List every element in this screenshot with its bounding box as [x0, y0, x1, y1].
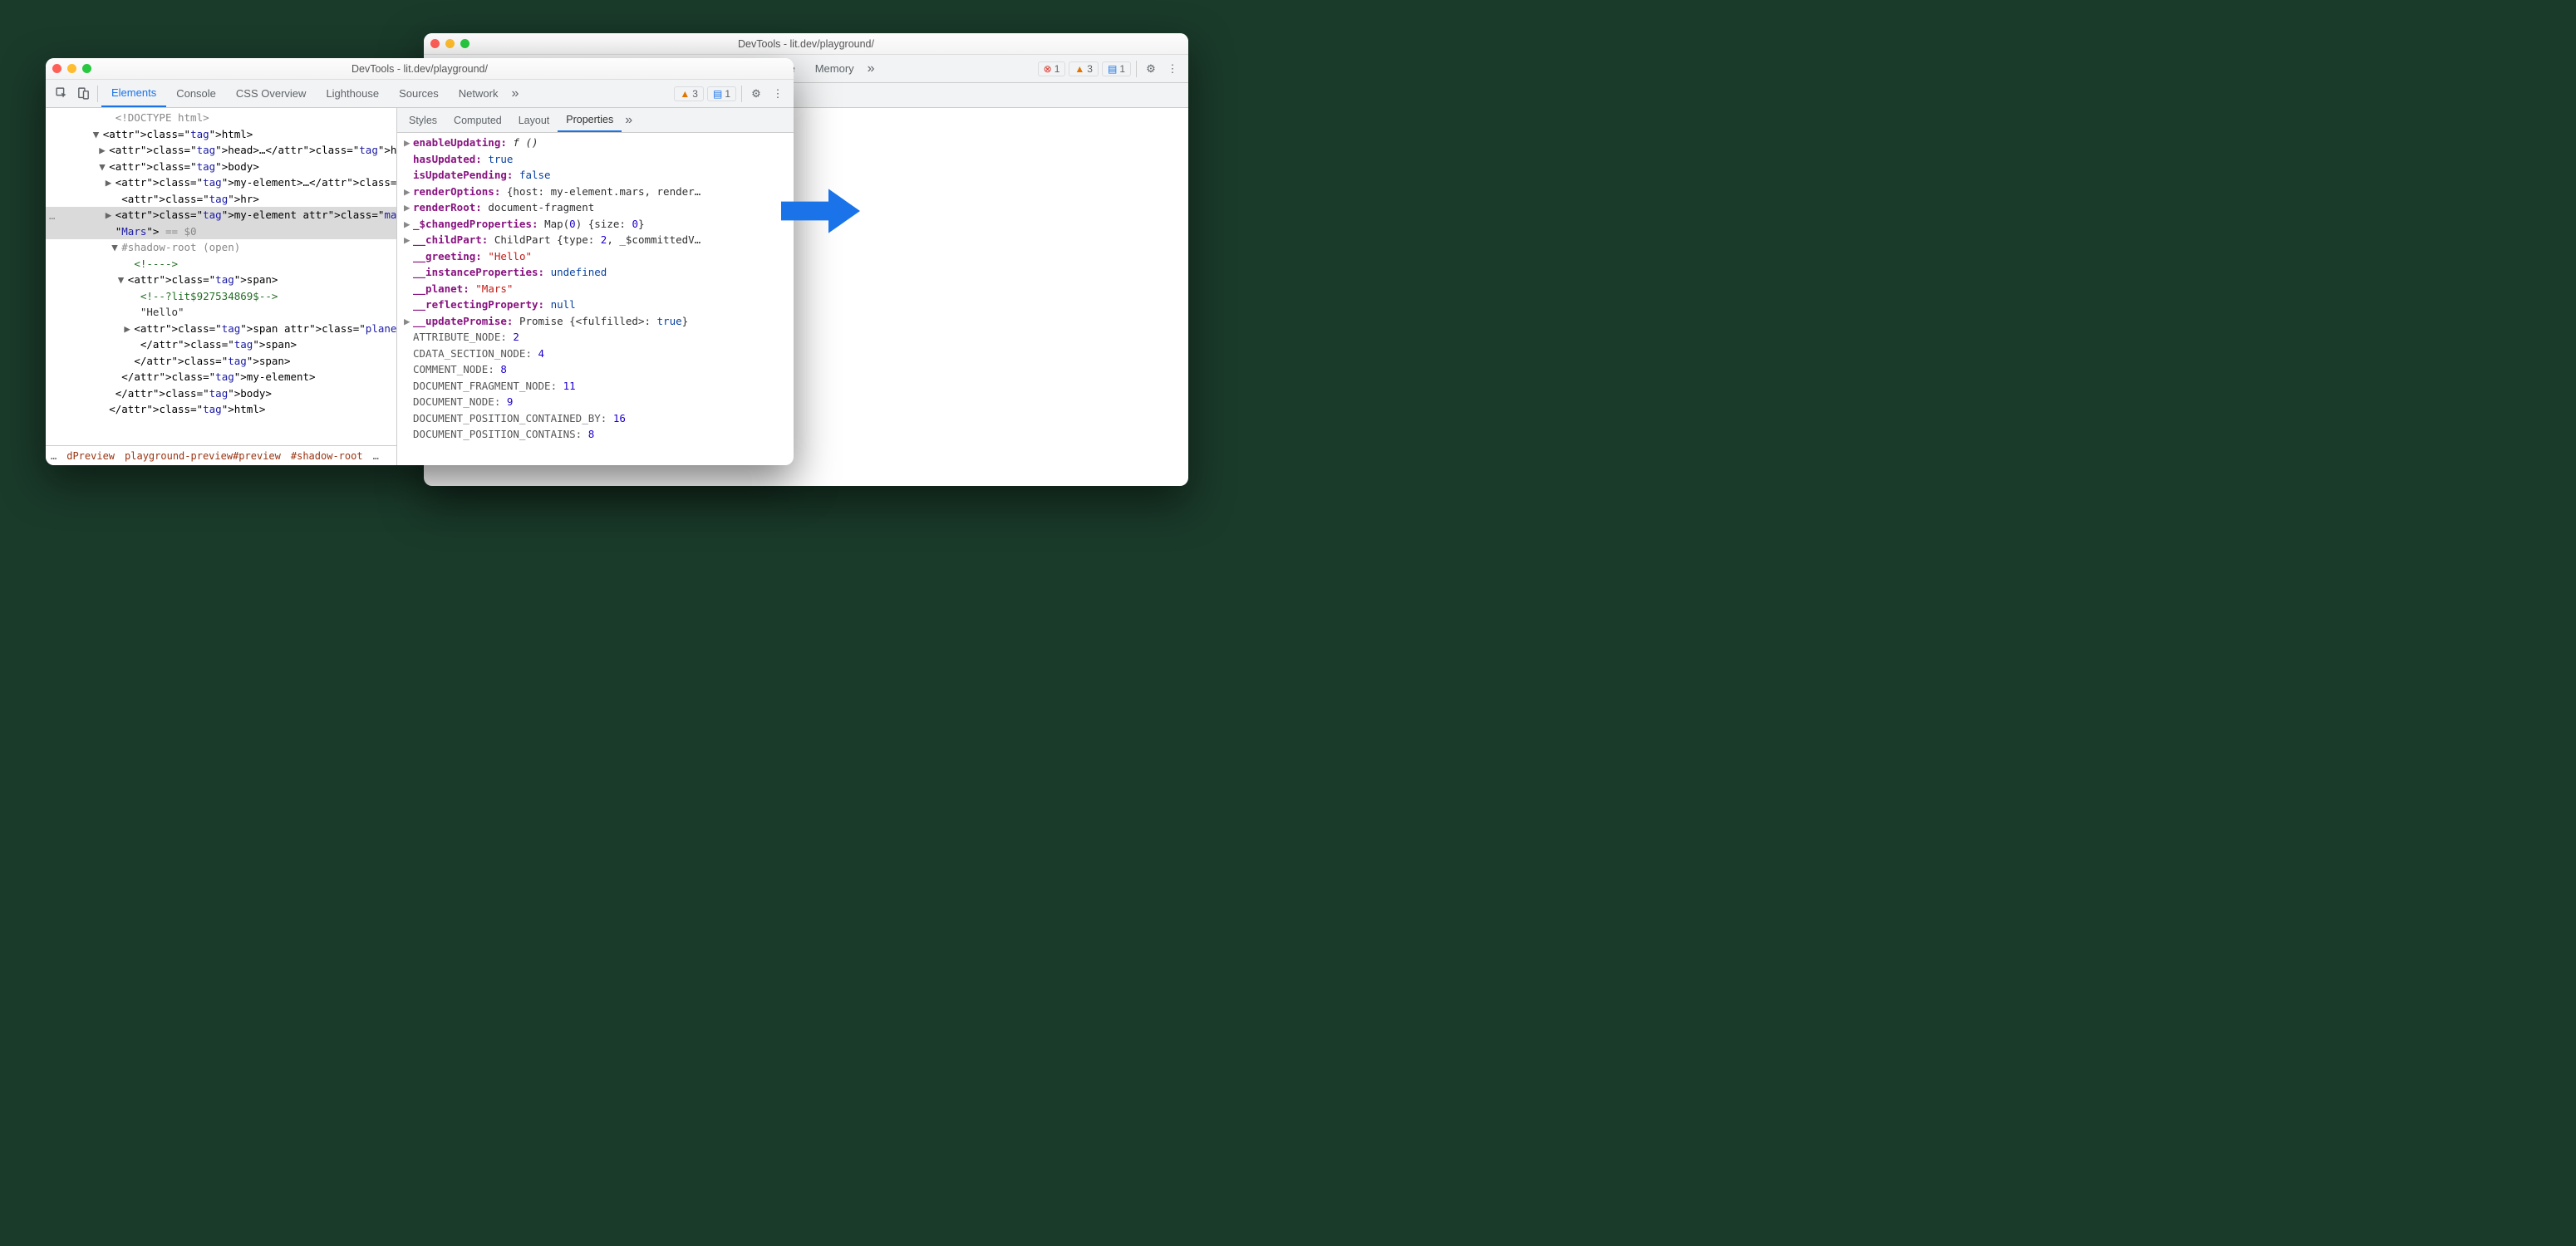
- minimize-icon[interactable]: [67, 64, 76, 73]
- subtab-properties[interactable]: Properties: [558, 108, 622, 132]
- gear-icon[interactable]: ⚙: [1140, 58, 1162, 80]
- dom-row[interactable]: ▶<attr">class="tag">my-element attr">cla…: [46, 207, 396, 223]
- property-row[interactable]: __reflectingProperty: null: [397, 297, 794, 313]
- dom-row[interactable]: ▼#shadow-root (open): [46, 239, 396, 256]
- window-title: DevTools - lit.dev/playground/: [424, 38, 1188, 50]
- separator: [1136, 61, 1137, 77]
- properties-subtabs: StylesComputedLayoutProperties »: [397, 108, 794, 133]
- property-row[interactable]: __greeting: "Hello": [397, 248, 794, 265]
- property-row[interactable]: DOCUMENT_FRAGMENT_NODE: 11: [397, 378, 794, 395]
- device-toggle-icon[interactable]: [72, 83, 94, 105]
- property-row[interactable]: DOCUMENT_NODE: 9: [397, 394, 794, 410]
- sidebar-pane: StylesComputedLayoutProperties » ▶enable…: [397, 108, 794, 465]
- property-row[interactable]: hasUpdated: true: [397, 151, 794, 168]
- error-badge[interactable]: ⊗1: [1038, 61, 1066, 76]
- dom-row[interactable]: </attr">class="tag">html>: [46, 401, 396, 418]
- tab-lighthouse[interactable]: Lighthouse: [316, 80, 389, 107]
- property-row[interactable]: ▶renderRoot: document-fragment: [397, 199, 794, 216]
- message-badge[interactable]: ▤1: [1102, 61, 1131, 76]
- window-title: DevTools - lit.dev/playground/: [46, 63, 794, 75]
- overflow-tabs-icon[interactable]: »: [508, 86, 522, 101]
- tab-console[interactable]: Console: [166, 80, 226, 107]
- dom-row[interactable]: <!DOCTYPE html>: [46, 110, 396, 126]
- dom-row[interactable]: "Hello": [46, 304, 396, 321]
- property-row[interactable]: __planet: "Mars": [397, 281, 794, 297]
- dom-row[interactable]: ▼<attr">class="tag">span>: [46, 272, 396, 288]
- tab-memory[interactable]: Memory: [805, 55, 864, 82]
- inspect-icon[interactable]: [51, 83, 72, 105]
- zoom-icon[interactable]: [82, 64, 91, 73]
- property-row[interactable]: ▶renderOptions: {host: my-element.mars, …: [397, 184, 794, 200]
- close-icon[interactable]: [52, 64, 61, 73]
- dom-row[interactable]: </attr">class="tag">span>: [46, 336, 396, 353]
- dom-row[interactable]: ▶<attr">class="tag">span attr">class="pl…: [46, 321, 396, 337]
- dom-row[interactable]: <attr">class="tag">hr>: [46, 191, 396, 208]
- dom-row[interactable]: <!--?lit$927534869$-->: [46, 288, 396, 305]
- kebab-icon[interactable]: ⋮: [1162, 58, 1183, 80]
- property-row[interactable]: __instanceProperties: undefined: [397, 264, 794, 281]
- gear-icon[interactable]: ⚙: [745, 83, 767, 105]
- tab-sources[interactable]: Sources: [389, 80, 449, 107]
- dom-row[interactable]: "Mars"> == $0: [46, 223, 396, 240]
- zoom-icon[interactable]: [460, 39, 469, 48]
- property-row[interactable]: ▶enableUpdating: f (): [397, 135, 794, 151]
- warning-badge[interactable]: ▲3: [674, 86, 704, 101]
- breadcrumb-item[interactable]: …: [373, 450, 379, 462]
- property-row[interactable]: DOCUMENT_POSITION_CONTAINS: 8: [397, 426, 794, 443]
- titlebar[interactable]: DevTools - lit.dev/playground/: [424, 33, 1188, 55]
- close-icon[interactable]: [430, 39, 440, 48]
- dom-row[interactable]: ▼<attr">class="tag">html>: [46, 126, 396, 143]
- message-badge[interactable]: ▤1: [707, 86, 736, 101]
- property-row[interactable]: COMMENT_NODE: 8: [397, 361, 794, 378]
- tab-css-overview[interactable]: CSS Overview: [226, 80, 317, 107]
- breadcrumb-item[interactable]: #shadow-root: [291, 450, 363, 462]
- breadcrumb[interactable]: … dPreview playground-preview#preview #shad…: [46, 445, 396, 465]
- kebab-icon[interactable]: ⋮: [767, 83, 789, 105]
- dom-row[interactable]: </attr">class="tag">my-element>: [46, 369, 396, 385]
- property-row[interactable]: ▶__childPart: ChildPart {type: 2, _$comm…: [397, 232, 794, 248]
- tab-elements[interactable]: Elements: [101, 80, 166, 107]
- dom-row[interactable]: ▶<attr">class="tag">my-element>…</attr">…: [46, 174, 396, 191]
- dom-row[interactable]: </attr">class="tag">body>: [46, 385, 396, 402]
- dom-row[interactable]: </attr">class="tag">span>: [46, 353, 396, 370]
- subtab-styles[interactable]: Styles: [401, 108, 445, 132]
- minimize-icon[interactable]: [445, 39, 455, 48]
- dom-row[interactable]: ▶<attr">class="tag">head>…</attr">class=…: [46, 142, 396, 159]
- subtab-layout[interactable]: Layout: [510, 108, 558, 132]
- property-row[interactable]: ATTRIBUTE_NODE: 2: [397, 329, 794, 346]
- elements-pane[interactable]: ⋯ <!DOCTYPE html> ▼<attr">class="tag">ht…: [46, 108, 397, 465]
- property-row[interactable]: CDATA_SECTION_NODE: 4: [397, 346, 794, 362]
- tab-network[interactable]: Network: [449, 80, 509, 107]
- dom-row[interactable]: <!---->: [46, 256, 396, 272]
- overflow-subtabs-icon[interactable]: »: [622, 113, 636, 128]
- property-row[interactable]: DOCUMENT_POSITION_CONTAINED_BY: 16: [397, 410, 794, 427]
- separator: [741, 86, 742, 102]
- breadcrumb-item[interactable]: playground-preview#preview: [125, 450, 281, 462]
- titlebar[interactable]: DevTools - lit.dev/playground/: [46, 58, 794, 80]
- main-toolbar: ElementsConsoleCSS OverviewLighthouseSou…: [46, 80, 794, 108]
- gutter-marker-icon: ⋯: [46, 211, 55, 228]
- warning-badge[interactable]: ▲3: [1069, 61, 1099, 76]
- overflow-tabs-icon[interactable]: »: [864, 61, 878, 76]
- dom-row[interactable]: ▼<attr">class="tag">body>: [46, 159, 396, 175]
- breadcrumb-item[interactable]: …: [51, 450, 57, 462]
- arrow-icon: [781, 187, 860, 235]
- separator: [97, 86, 98, 102]
- breadcrumb-item[interactable]: dPreview: [66, 450, 115, 462]
- devtools-window-left: DevTools - lit.dev/playground/ ElementsC…: [46, 58, 794, 465]
- subtab-computed[interactable]: Computed: [445, 108, 510, 132]
- property-row[interactable]: ▶_$changedProperties: Map(0) {size: 0}: [397, 216, 794, 233]
- property-row[interactable]: isUpdatePending: false: [397, 167, 794, 184]
- properties-pane[interactable]: ▶enableUpdating: f ()hasUpdated: trueisU…: [397, 133, 794, 465]
- property-row[interactable]: ▶__updatePromise: Promise {<fulfilled>: …: [397, 313, 794, 330]
